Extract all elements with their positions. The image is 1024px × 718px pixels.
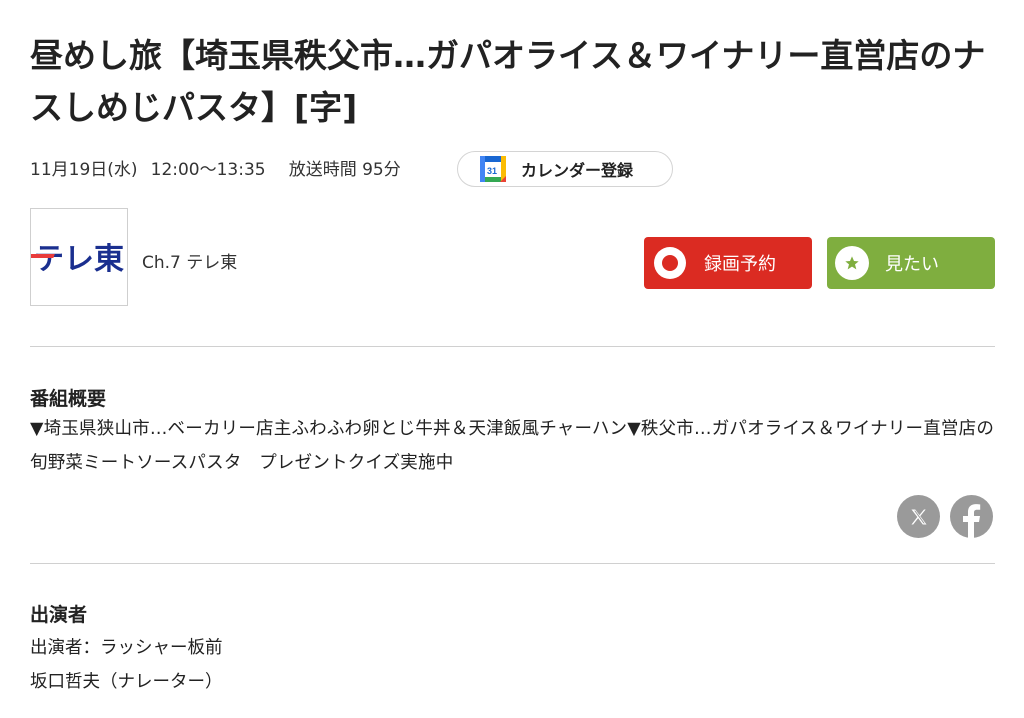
- calendar-icon-number: 31: [487, 166, 497, 176]
- star-icon: [835, 246, 869, 280]
- x-share-icon[interactable]: [897, 495, 940, 538]
- section-divider: [30, 563, 995, 564]
- record-icon: [654, 247, 686, 279]
- cast-line: 坂口哲夫（ナレーター）: [30, 672, 223, 692]
- program-title: 昼めし旅【埼玉県秩父市…ガパオライス＆ワイナリー直営店のナスしめじパスタ】[字]: [30, 36, 986, 127]
- cast-line: 出演者：ラッシャー板前: [30, 638, 223, 658]
- broadcast-time: 12:00〜13:35: [150, 160, 266, 180]
- broadcast-duration: 放送時間 95分: [288, 160, 401, 180]
- channel-name: Ch.7 テレ東: [142, 253, 238, 273]
- google-calendar-icon: 31: [480, 156, 506, 182]
- cast-heading: 出演者: [30, 604, 88, 626]
- record-reservation-button[interactable]: 録画予約: [644, 237, 812, 289]
- program-detail-page: 昼めし旅【埼玉県秩父市…ガパオライス＆ワイナリー直営店のナスしめじパスタ】[字]…: [0, 0, 1024, 718]
- overview-heading: 番組概要: [30, 388, 107, 410]
- broadcast-info: 11月19日(水) 12:00〜13:35 放送時間 95分: [30, 160, 401, 180]
- svg-text:テレ東: テレ東: [34, 242, 124, 277]
- overview-text: ▼埼玉県狭山市…ベーカリー店主ふわふわ卵とじ牛丼＆天津飯風チャーハン▼秩父市…ガ…: [30, 419, 995, 473]
- channel-logo: テレ東: [30, 208, 128, 306]
- add-to-calendar-button[interactable]: 31 カレンダー登録: [457, 151, 673, 187]
- tv-tokyo-logo: テレ東: [31, 242, 124, 277]
- add-to-calendar-label: カレンダー登録: [521, 161, 634, 180]
- want-to-watch-label: 見たい: [885, 254, 939, 275]
- want-to-watch-button[interactable]: 見たい: [827, 237, 995, 289]
- broadcast-date: 11月19日(水): [30, 160, 138, 180]
- section-divider: [30, 346, 995, 347]
- record-reservation-label: 録画予約: [704, 254, 776, 275]
- facebook-share-icon[interactable]: [950, 495, 993, 538]
